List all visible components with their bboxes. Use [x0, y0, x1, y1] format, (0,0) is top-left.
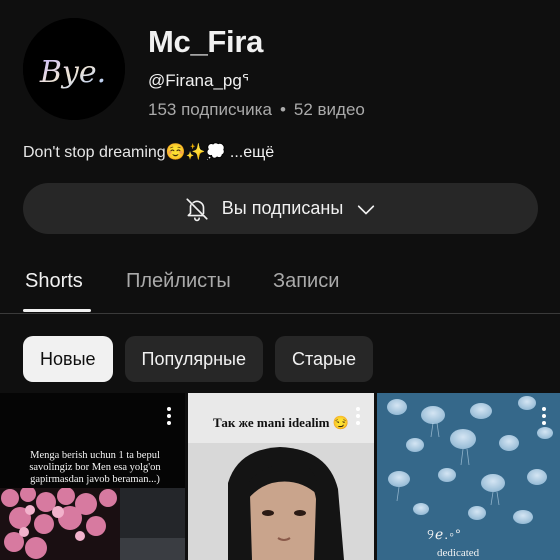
active-tab-indicator: [23, 309, 91, 312]
channel-description[interactable]: Don't stop dreaming☺️✨💭 ...ещё: [23, 142, 274, 162]
short-thumbnail[interactable]: ୨ℯ.◦° dedicated: [377, 393, 560, 560]
flowers-image: [0, 488, 185, 560]
channel-name: Mc_Fira: [148, 24, 264, 59]
sort-chips: Новые Популярные Старые: [23, 336, 373, 382]
tab-shorts[interactable]: Shorts: [25, 270, 83, 293]
subscribe-label: Вы подписаны: [221, 198, 344, 218]
subscribed-button[interactable]: Вы подписаны: [23, 183, 538, 234]
short-caption: ୨ℯ.◦°: [427, 526, 462, 542]
tab-posts[interactable]: Записи: [273, 270, 339, 293]
stats-separator: •: [279, 100, 286, 119]
more-vertical-icon[interactable]: [356, 407, 360, 425]
avatar-text: Bye.: [39, 55, 106, 90]
bell-off-icon: [184, 196, 210, 222]
short-thumbnail[interactable]: Menga berish uchun 1 ta bepul savolingiz…: [0, 393, 185, 560]
channel-avatar[interactable]: Bye.: [23, 18, 125, 120]
short-caption: Так же mani idealim 😏: [213, 415, 349, 430]
jellyfish-image: [377, 393, 560, 560]
short-caption: Menga berish uchun 1 ta bepul savolingiz…: [29, 450, 161, 485]
shorts-grid: Menga berish uchun 1 ta bepul savolingiz…: [0, 393, 560, 560]
short-thumbnail[interactable]: Так же mani idealim 😏: [188, 393, 374, 560]
chip-popular[interactable]: Популярные: [124, 336, 263, 382]
description-text: Don't stop dreaming☺️✨💭: [23, 144, 226, 161]
more-vertical-icon[interactable]: [542, 407, 546, 425]
video-count: 52 видео: [293, 100, 365, 119]
channel-handle: @Firana_pgᕐ: [148, 71, 249, 90]
portrait-image: [188, 443, 374, 560]
chip-newest[interactable]: Новые: [23, 336, 113, 382]
more-vertical-icon[interactable]: [167, 407, 171, 425]
channel-tabs: Shorts Плейлисты Записи: [0, 258, 560, 314]
subscriber-count: 153 подписчика: [148, 100, 272, 119]
channel-stats: 153 подписчика • 52 видео: [148, 100, 365, 120]
tab-playlists[interactable]: Плейлисты: [126, 270, 231, 293]
chip-oldest[interactable]: Старые: [274, 336, 373, 382]
avatar-image: Bye.: [23, 18, 125, 120]
chevron-down-icon: [355, 198, 377, 220]
more-link[interactable]: ...ещё: [225, 144, 274, 161]
short-caption: dedicated: [437, 547, 480, 559]
